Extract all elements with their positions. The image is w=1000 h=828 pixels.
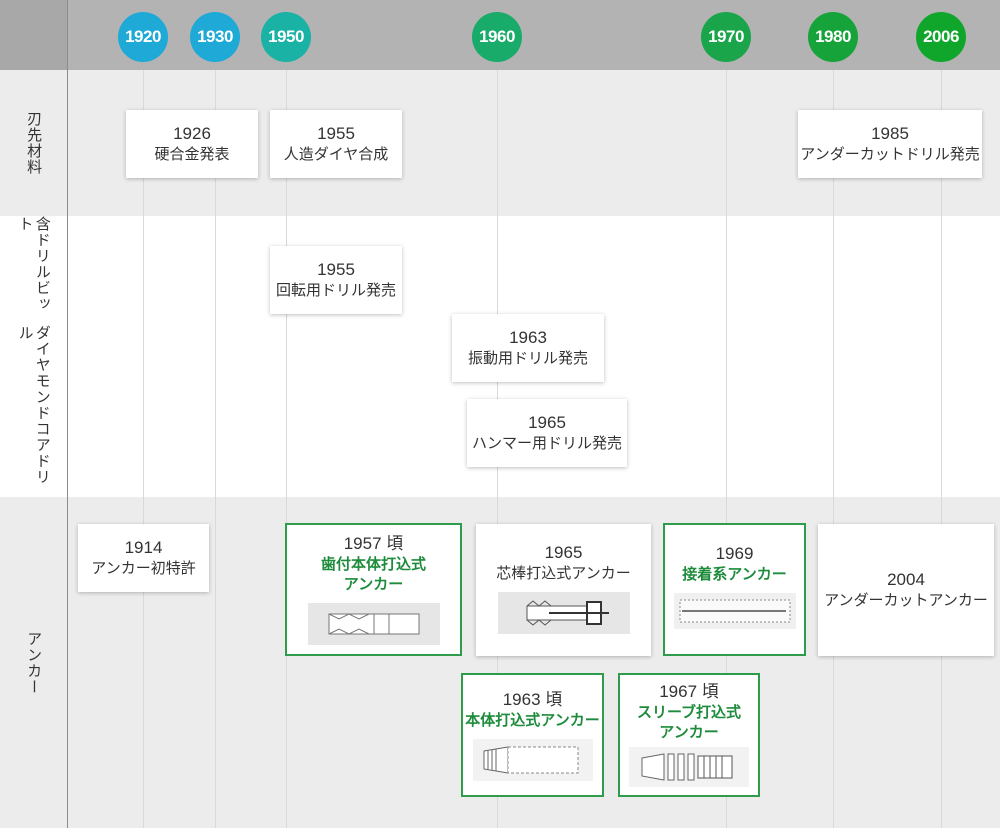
event-card-1963-body: 1963 頃 本体打込式アンカー [461, 673, 604, 797]
event-year: 2004 [887, 570, 925, 589]
event-text: 接着系アンカー [682, 566, 787, 583]
gridline-2006 [941, 70, 942, 828]
sleeve-anchor-illustration [629, 747, 749, 787]
event-year: 1963 [509, 328, 547, 347]
event-year: 1965 [528, 413, 566, 432]
event-year: 1926 [173, 124, 211, 143]
event-card-1955-rotary: 1955 回転用ドリル発売 [270, 246, 402, 314]
year-circle-1960: 1960 [472, 12, 522, 62]
event-year: 1955 [317, 260, 355, 279]
year-circle-1930: 1930 [190, 12, 240, 62]
row-label-blade: 刃先材料 [25, 111, 43, 175]
event-text: アンダーカットアンカー [824, 592, 988, 609]
event-year: 1957 頃 [343, 534, 404, 553]
event-text: アンダーカットドリル発売 [800, 146, 980, 163]
event-year: 1967 頃 [659, 682, 719, 701]
event-text: 硬合金発表 [154, 146, 230, 163]
event-year: 1963 頃 [502, 690, 563, 709]
gridline-1920 [143, 70, 144, 828]
event-text: 芯棒打込式アンカー [496, 565, 631, 582]
event-text: 振動用ドリル発売 [467, 350, 588, 367]
year-circle-1950: 1950 [261, 12, 311, 62]
event-year: 1965 [544, 543, 583, 562]
event-card-1965-pin: 1965 芯棒打込式アンカー [476, 524, 651, 656]
event-card-2004: 2004 アンダーカットアンカー [818, 524, 994, 656]
gridline-1930 [215, 70, 216, 828]
event-year: 1914 [124, 538, 163, 557]
event-text: 本体打込式アンカー [465, 712, 600, 729]
event-text: スリーブ打込式 [636, 704, 742, 721]
year-circle-2006: 2006 [916, 12, 966, 62]
event-year: 1985 [871, 124, 909, 143]
toothed-anchor-illustration [307, 603, 440, 645]
gridline-1980 [833, 70, 834, 828]
row-label-anchor: アンカー [25, 630, 43, 695]
row-label-drill: 含ドリルビット ダイヤモンドコアドリル [16, 216, 51, 486]
label-column-divider [67, 0, 68, 828]
event-text: 回転用ドリル発売 [275, 282, 396, 299]
body-anchor-illustration [472, 739, 593, 781]
event-card-1963-vibration: 1963 振動用ドリル発売 [452, 314, 604, 382]
event-card-1955-diamond: 1955 人造ダイヤ合成 [270, 110, 402, 178]
pin-anchor-illustration [497, 592, 630, 634]
event-card-1914: 1914 アンカー初特許 [78, 524, 209, 592]
event-year: 1955 [317, 124, 355, 143]
event-card-1969: 1969 接着系アンカー [663, 523, 806, 656]
event-text: アンカー [659, 724, 719, 741]
event-card-1957: 1957 頃 歯付本体打込式 アンカー [285, 523, 462, 656]
year-circle-1920: 1920 [118, 12, 168, 62]
event-text: アンカー [343, 576, 404, 593]
event-text: ハンマー用ドリル発売 [471, 435, 622, 452]
event-text: 人造ダイヤ合成 [283, 146, 389, 163]
event-card-1965-hammer: 1965 ハンマー用ドリル発売 [467, 399, 627, 467]
year-circle-1970: 1970 [701, 12, 751, 62]
event-card-1985: 1985 アンダーカットドリル発売 [798, 110, 982, 178]
event-year: 1969 [715, 544, 754, 563]
gridline-1950 [286, 70, 287, 828]
event-card-1967: 1967 頃 スリーブ打込式 アンカー [618, 673, 760, 797]
event-text: 歯付本体打込式 [320, 556, 426, 573]
event-text: アンカー初特許 [91, 560, 196, 577]
adhesive-anchor-illustration [673, 593, 796, 629]
event-card-1926: 1926 硬合金発表 [126, 110, 258, 178]
header-corner [0, 0, 67, 70]
year-circle-1980: 1980 [808, 12, 858, 62]
